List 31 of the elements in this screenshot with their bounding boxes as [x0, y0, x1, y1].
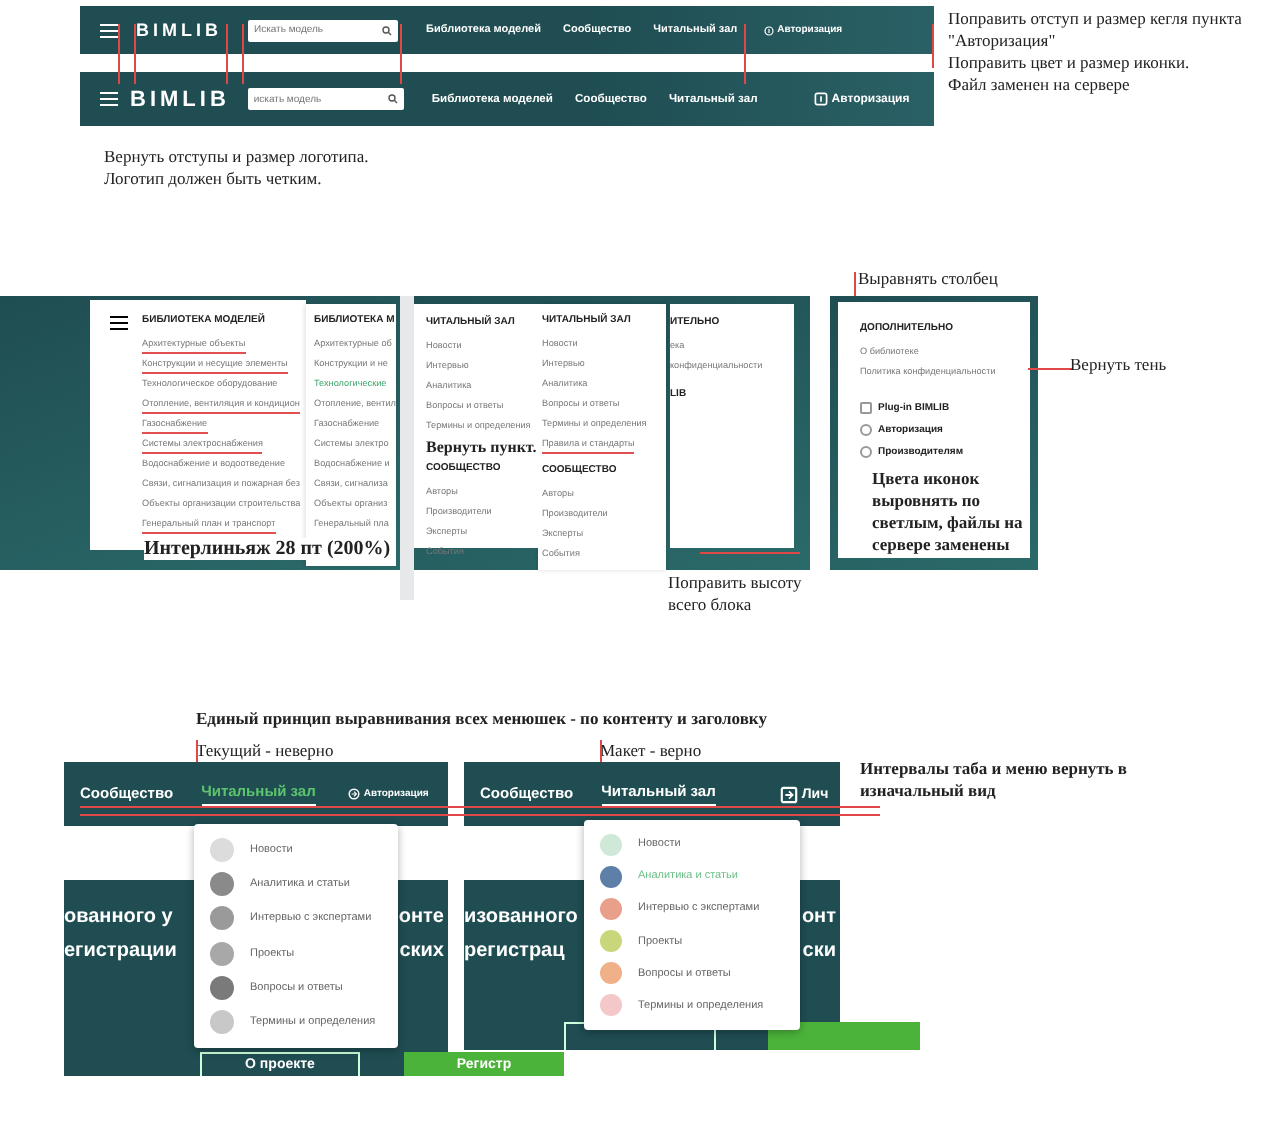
annotation-note: Единый принцип выравнивания всех менюшек - по контенту и заголовку: [196, 708, 767, 731]
annotation-note: Интервалы таба и меню вернуть в изначальный вид: [860, 758, 1130, 803]
annotation-note: Вернуть пункт.: [426, 436, 537, 458]
menu-icon[interactable]: [110, 316, 128, 330]
annotation-note: Макет - верно: [600, 740, 702, 763]
hero-button[interactable]: [768, 1022, 920, 1050]
hero-text: регистрац: [464, 938, 567, 966]
annotation-note: Выравнять столбец: [858, 268, 998, 291]
annotation-note: Вернуть тень: [1070, 354, 1167, 377]
annotation-note: Файл заменен на сервере: [948, 74, 1132, 97]
search-icon[interactable]: [382, 25, 392, 35]
annotation-note: Текущий - неверно: [196, 740, 334, 763]
hero-text: ских: [398, 938, 444, 966]
menu-icon[interactable]: [100, 92, 118, 106]
annotation-note: Цвета иконок выровнять по светлым, файлы на сервере заменены: [872, 468, 1025, 557]
hero-text: изованного: [464, 904, 578, 932]
annotation-note: Поправить цвет и размер иконки.: [948, 52, 1192, 75]
hero-text: онте: [398, 904, 444, 932]
logo[interactable]: BIMLIB: [136, 20, 222, 40]
hero-text: егистрации: [64, 938, 177, 966]
annotation-note: Поправить высоту всего блока: [668, 572, 804, 617]
annotation-note: Логотип должен быть четким.: [104, 168, 324, 191]
logo[interactable]: BIMLIB: [130, 87, 230, 111]
hero-text: онт: [801, 904, 836, 932]
annotation-note: Поправить отступ и размер кегля пункта "Авторизация": [948, 8, 1244, 53]
hero-text: ованного у: [64, 904, 175, 932]
menu-icon[interactable]: [100, 23, 118, 37]
annotation-note: Вернуть отступы и размер логотипа.: [104, 146, 369, 169]
hero-text: ски: [801, 938, 836, 966]
annotation-note: Интерлиньяж 28 пт (200%): [144, 538, 391, 560]
search-icon[interactable]: [387, 94, 398, 104]
